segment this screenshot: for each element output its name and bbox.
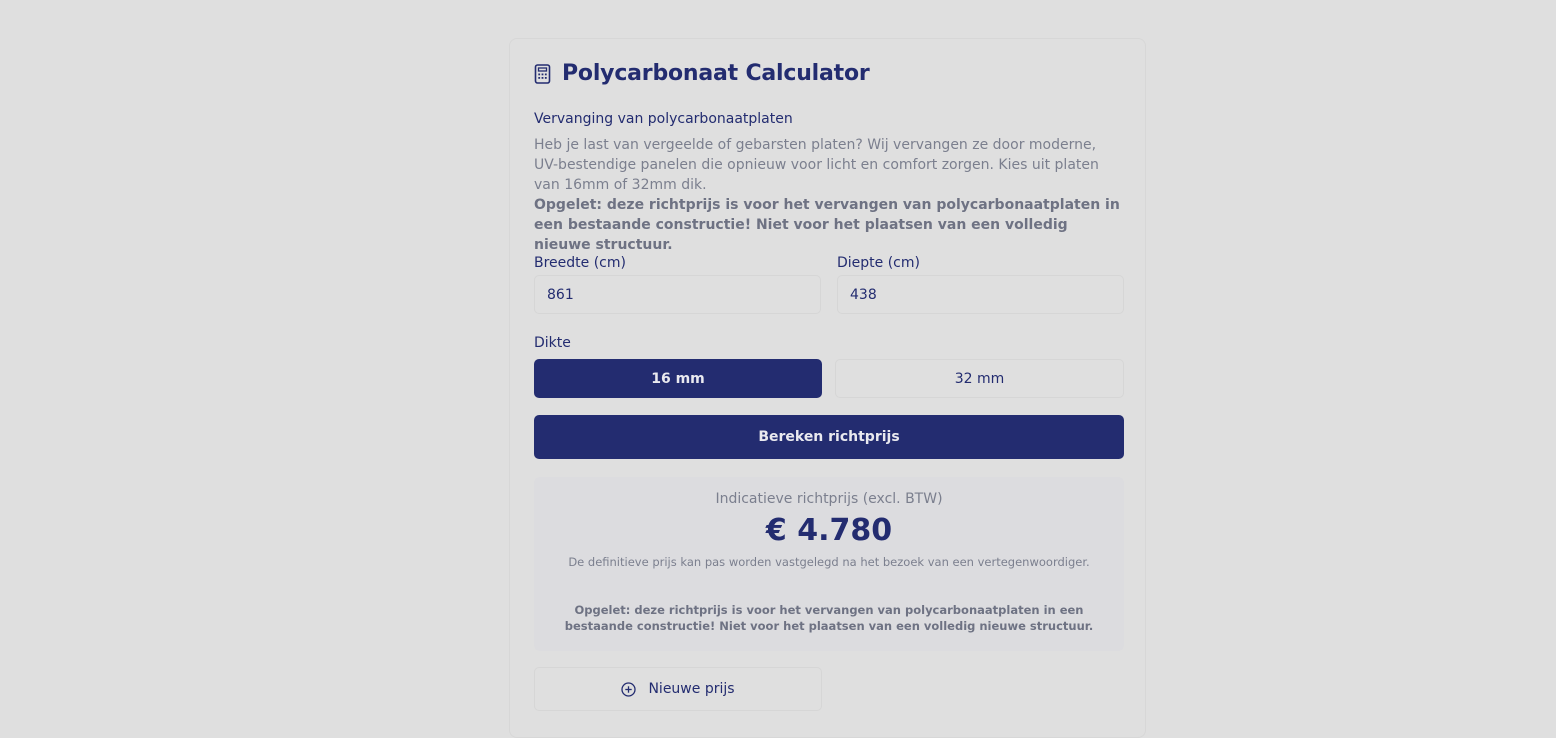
page-title: Polycarbonaat Calculator xyxy=(562,61,870,86)
plus-circle-icon xyxy=(621,681,637,697)
thickness-option-32mm[interactable]: 32 mm xyxy=(835,359,1124,398)
intro-text: Heb je last van vergeelde of gebarsten p… xyxy=(534,135,1120,255)
thickness-option-16mm[interactable]: 16 mm xyxy=(534,359,822,398)
depth-input[interactable] xyxy=(837,275,1124,314)
new-price-button[interactable]: Nieuwe prijs xyxy=(534,667,822,711)
intro-warning: Opgelet: deze richtprijs is voor het ver… xyxy=(534,197,1120,253)
title-row: Polycarbonaat Calculator xyxy=(534,61,870,86)
result-label: Indicatieve richtprijs (excl. BTW) xyxy=(715,491,943,507)
width-label: Breedte (cm) xyxy=(534,255,626,271)
width-input[interactable] xyxy=(534,275,821,314)
result-warning: Opgelet: deze richtprijs is voor het ver… xyxy=(564,603,1094,633)
depth-label: Diepte (cm) xyxy=(837,255,920,271)
new-price-label: Nieuwe prijs xyxy=(648,681,735,697)
section-subtitle: Vervanging van polycarbonaatplaten xyxy=(534,111,793,127)
result-note: De definitieve prijs kan pas worden vast… xyxy=(568,555,1090,569)
calculate-button[interactable]: Bereken richtprijs xyxy=(534,415,1124,459)
result-price: € 4.780 xyxy=(765,513,893,548)
calculator-icon xyxy=(534,63,552,84)
intro-description: Heb je last van vergeelde of gebarsten p… xyxy=(534,137,1099,193)
calculator-card: Polycarbonaat Calculator Vervanging van … xyxy=(509,38,1146,738)
thickness-label: Dikte xyxy=(534,335,571,351)
result-panel: Indicatieve richtprijs (excl. BTW) € 4.7… xyxy=(534,477,1124,651)
